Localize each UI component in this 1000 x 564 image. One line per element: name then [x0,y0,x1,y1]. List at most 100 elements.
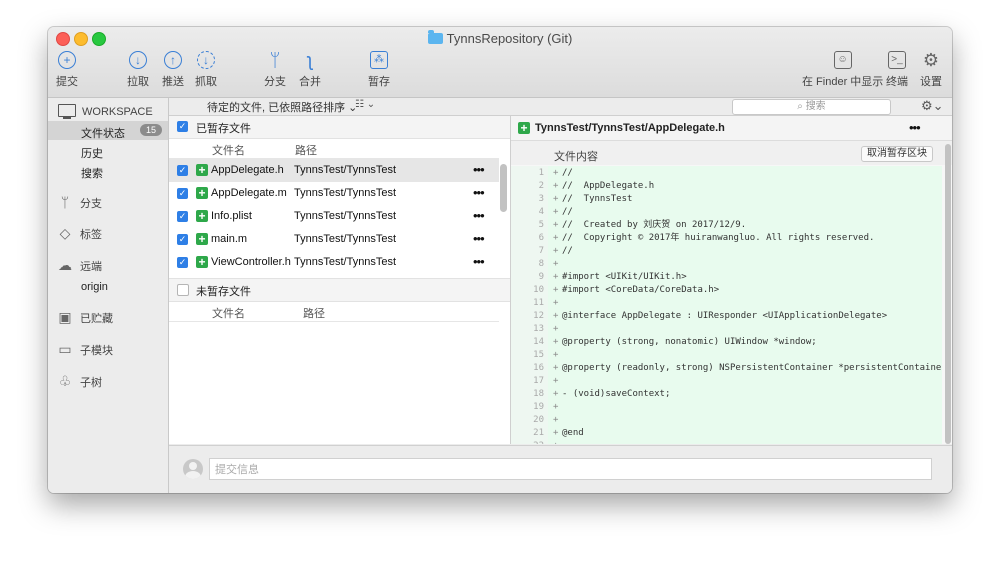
search-icon: ⌕ [797,101,806,112]
sidebar-section-stashes[interactable]: ▣ 已贮藏 [58,309,113,326]
diff-panel: + TynnsTest/TynnsTest/AppDelegate.h ••• … [511,116,952,444]
file-path: TynnsTest/TynnsTest [294,187,397,199]
stash-icon: ▣ [58,309,72,325]
more-icon[interactable]: ••• [473,162,485,177]
added-file-icon: + [196,256,208,268]
added-line-marker: + [553,181,559,191]
file-row[interactable]: ✓ + AppDelegate.m TynnsTest/TynnsTest ••… [169,182,499,205]
gear-dropdown-icon[interactable]: ⚙⌄ [921,98,944,114]
sidebar-section-submodules[interactable]: ▭ 子模块 [58,341,113,358]
more-icon[interactable]: ••• [473,231,485,246]
sidebar-section-workspace: WORKSPACE [58,104,153,119]
column-header-path[interactable]: 路径 [303,305,325,321]
commit-message-input[interactable]: 提交信息 [209,458,932,480]
column-header-name[interactable]: 文件名 [212,305,245,321]
fetch-button[interactable]: ↓ 抓取 [195,51,217,89]
sidebar-item-origin[interactable]: origin [81,281,108,293]
sidebar-item-file-status[interactable]: 文件状态 [81,125,125,141]
commit-icon: + [58,51,76,69]
sidebar-section-remotes[interactable]: ☁ 远端 [58,257,102,274]
diff-line: 20 + [511,414,942,427]
line-text: // Created by 刘庆贺 on 2017/12/9. [562,220,747,230]
file-path: TynnsTest/TynnsTest [294,233,397,245]
settings-button[interactable]: ⚙ 设置 [920,51,942,89]
line-text: @property (strong, nonatomic) UIWindow *… [562,337,817,347]
merge-button[interactable]: ʅ 合并 [299,51,321,89]
line-text: #import <UIKit/UIKit.h> [562,272,687,282]
line-number: 22 [511,440,544,444]
file-list-panel: ✓ 已暂存文件 文件名 路径 ✓ + AppDelegate.h TynnsTe… [169,116,511,444]
pull-button[interactable]: ↓ 拉取 [127,51,149,89]
file-row[interactable]: ✓ + AppDelegate.h TynnsTest/TynnsTest ••… [169,159,499,182]
file-checkbox[interactable]: ✓ [177,188,188,199]
file-name: ViewController.h [211,256,291,268]
stash-icon: ⁂ [370,51,388,69]
line-number: 3 [538,194,544,204]
file-row[interactable]: ✓ + Info.plist TynnsTest/TynnsTest ••• [169,205,499,228]
search-input[interactable]: ⌕ 搜索 [732,99,891,115]
file-path: TynnsTest/TynnsTest [294,210,397,222]
commit-button[interactable]: + 提交 [56,51,78,89]
file-checkbox[interactable]: ✓ [177,211,188,222]
file-path: TynnsTest/TynnsTest [294,256,397,268]
file-row[interactable]: ✓ + ViewController.h TynnsTest/TynnsTest… [169,251,499,274]
sidebar-section-subtrees[interactable]: ♧ 子树 [58,373,102,390]
added-file-icon: + [196,210,208,222]
diff-line: 3 +// TynnsTest [511,193,942,206]
line-number: 1 [538,168,544,178]
added-line-marker: + [553,402,559,412]
filter-bar: 待定的文件, 已依照路径排序 ⌄ ☷ ⌄ ⌕ 搜索 ⚙⌄ [169,98,952,116]
added-line-marker: + [553,324,559,334]
line-text: // [562,207,573,217]
line-text: #import <CoreData/CoreData.h> [562,285,720,295]
staged-all-checkbox[interactable]: ✓ [177,121,188,132]
file-checkbox[interactable]: ✓ [177,165,188,176]
more-icon[interactable]: ••• [473,185,485,200]
file-checkbox[interactable]: ✓ [177,257,188,268]
file-checkbox[interactable]: ✓ [177,234,188,245]
hunk-header: 文件内容 取消暂存区块 [511,141,952,165]
line-number: 17 [533,376,544,386]
terminal-icon: >_ [888,51,906,69]
unstaged-column-headers: 文件名 路径 [169,302,499,322]
sort-dropdown[interactable]: 待定的文件, 已依照路径排序 ⌄ [207,99,357,115]
diff-file-path: TynnsTest/TynnsTest/AppDelegate.h [535,122,725,134]
line-text: // [562,168,573,178]
staged-list-scrollbar[interactable] [500,164,507,212]
line-number: 12 [533,311,544,321]
more-icon[interactable]: ••• [473,254,485,269]
branch-icon: ᛘ [60,194,70,210]
more-icon[interactable]: ••• [909,120,921,135]
column-header-name[interactable]: 文件名 [212,142,245,158]
sidebar-section-branches[interactable]: ᛘ 分支 [58,194,102,211]
push-button[interactable]: ↑ 推送 [162,51,184,89]
file-row[interactable]: ✓ + main.m TynnsTest/TynnsTest ••• [169,228,499,251]
terminal-button[interactable]: >_ 终端 [886,51,908,89]
sidebar-section-tags[interactable]: ◇ 标签 [58,225,102,242]
added-line-marker: + [553,220,559,230]
unstage-hunk-button[interactable]: 取消暂存区块 [861,146,933,162]
hunk-label: 文件内容 [554,151,598,163]
added-line-marker: + [553,415,559,425]
window-title: TynnsRepository (Git) [48,30,952,46]
branch-button[interactable]: ᛘ 分支 [264,51,286,89]
sidebar-item-history[interactable]: 历史 [81,145,103,161]
toolbar: TynnsRepository (Git) + 提交 ↓ 拉取 ↑ 推送 ↓ 抓… [48,27,952,98]
diff-scrollbar[interactable] [945,144,951,444]
added-line-marker: + [553,428,559,438]
view-mode-dropdown[interactable]: ☷ ⌄ [355,99,375,110]
sidebar-item-search[interactable]: 搜索 [81,165,103,181]
line-number: 19 [533,402,544,412]
more-icon[interactable]: ••• [473,208,485,223]
column-header-path[interactable]: 路径 [295,142,317,158]
added-line-marker: + [553,298,559,308]
stash-button[interactable]: ⁂ 暂存 [368,51,390,89]
tag-icon: ◇ [59,225,71,241]
diff-line: 7 +// [511,245,942,258]
diff-line: 4 +// [511,206,942,219]
diff-code-view[interactable]: 1 +//2 +// AppDelegate.h 3 +// TynnsTest 4 +//… [511,166,942,444]
show-in-finder-button[interactable]: ☺ 在 Finder 中显示 [802,51,883,89]
diff-file-header: + TynnsTest/TynnsTest/AppDelegate.h ••• [511,116,952,141]
added-line-marker: + [553,168,559,178]
unstaged-all-checkbox[interactable] [177,284,189,296]
